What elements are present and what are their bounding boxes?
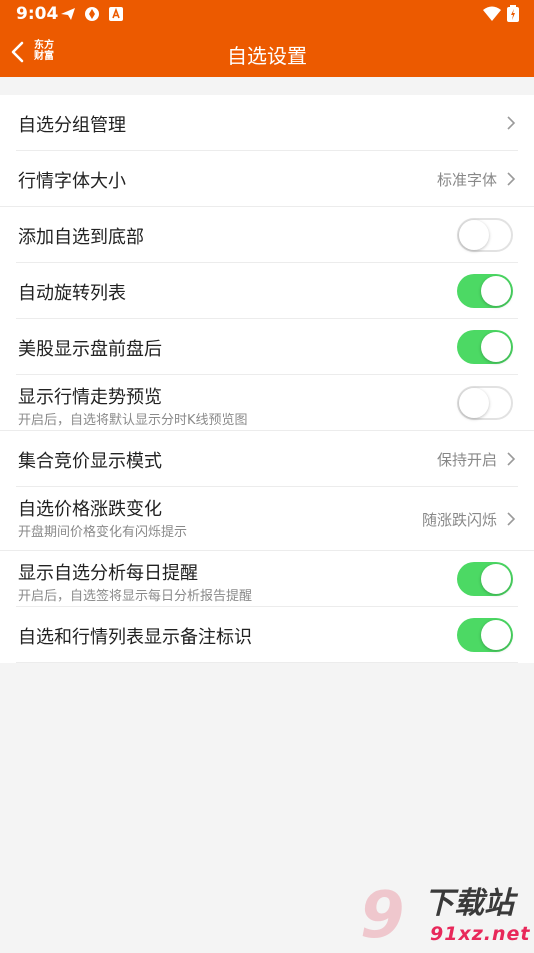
setting-label: 自选和行情列表显示备注标识 [18, 627, 252, 648]
wifi-icon [483, 6, 501, 21]
send-notification-icon [61, 8, 75, 20]
setting-label: 集合竞价显示模式 [18, 451, 162, 472]
settings-row[interactable]: 添加自选到底部 [0, 207, 534, 263]
setting-label: 自选价格涨跌变化 [18, 499, 162, 520]
setting-label: 显示自选分析每日提醒 [18, 563, 198, 584]
settings-row[interactable]: 自选和行情列表显示备注标识 [0, 607, 534, 663]
toggle-knob [481, 564, 511, 594]
setting-label: 添加自选到底部 [18, 227, 144, 248]
page-title: 自选设置 [227, 44, 307, 68]
setting-description: 开盘期间价格变化有闪烁提示 [18, 525, 188, 540]
settings-row[interactable]: 美股显示盘前盘后 [0, 319, 534, 375]
settings-row[interactable]: 行情字体大小 标准字体 [0, 151, 534, 207]
chevron-right-icon [507, 172, 516, 186]
toggle-knob [481, 620, 511, 650]
toggle-knob [459, 220, 489, 250]
toggle-switch[interactable] [457, 218, 513, 252]
setting-value: 保持开启 [436, 451, 497, 469]
settings-row[interactable]: 自动旋转列表 [0, 263, 534, 319]
setting-description: 开启后，自选将默认显示分时K线预览图 [18, 413, 248, 428]
toggle-switch[interactable] [457, 386, 513, 420]
settings-row[interactable]: 自选价格涨跌变化开盘期间价格变化有闪烁提示 随涨跌闪烁 [0, 487, 534, 551]
setting-value: 随涨跌闪烁 [421, 511, 497, 529]
toggle-switch[interactable] [457, 330, 513, 364]
a-notification-icon [109, 7, 123, 21]
setting-label: 显示行情走势预览 [18, 387, 162, 408]
chevron-right-icon [507, 452, 516, 466]
setting-label: 自选分组管理 [18, 115, 126, 136]
settings-row[interactable]: 集合竞价显示模式 保持开启 [0, 431, 534, 487]
settings-row[interactable]: 显示行情走势预览开启后，自选将默认显示分时K线预览图 [0, 375, 534, 431]
watermark: 9 下载站 91xz.net [360, 884, 530, 948]
battery-icon [507, 5, 519, 22]
chevron-right-icon [507, 116, 516, 130]
setting-description: 开启后，自选签将显示每日分析报告提醒 [18, 589, 253, 604]
settings-row[interactable]: 显示自选分析每日提醒开启后，自选签将显示每日分析报告提醒 [0, 551, 534, 607]
toggle-knob [481, 276, 511, 306]
setting-label: 自动旋转列表 [18, 283, 126, 304]
status-time: 9:04 [16, 4, 59, 24]
toggle-switch[interactable] [457, 562, 513, 596]
setting-value: 标准字体 [436, 171, 497, 189]
chevron-right-icon [507, 512, 516, 526]
toggle-knob [481, 332, 511, 362]
app-notification-icon [85, 7, 99, 21]
toggle-switch[interactable] [457, 274, 513, 308]
settings-row[interactable]: 自选分组管理 [0, 95, 534, 151]
watermark-text: 下载站 [424, 886, 514, 921]
setting-label: 行情字体大小 [18, 171, 126, 192]
status-bar: 9:04 [0, 0, 534, 28]
toggle-switch[interactable] [457, 618, 513, 652]
setting-label: 美股显示盘前盘后 [18, 339, 162, 360]
nav-bar: 东方 财富 自选设置 [0, 28, 534, 77]
settings-list: 自选分组管理 行情字体大小 标准字体 添加自选到底部 自动旋转列表 美股显示盘前盘后 显示行… [0, 95, 534, 663]
watermark-url: 91xz.net [430, 923, 531, 945]
watermark-logo: 9 [360, 879, 405, 953]
row-divider [16, 662, 518, 663]
toggle-knob [459, 388, 489, 418]
